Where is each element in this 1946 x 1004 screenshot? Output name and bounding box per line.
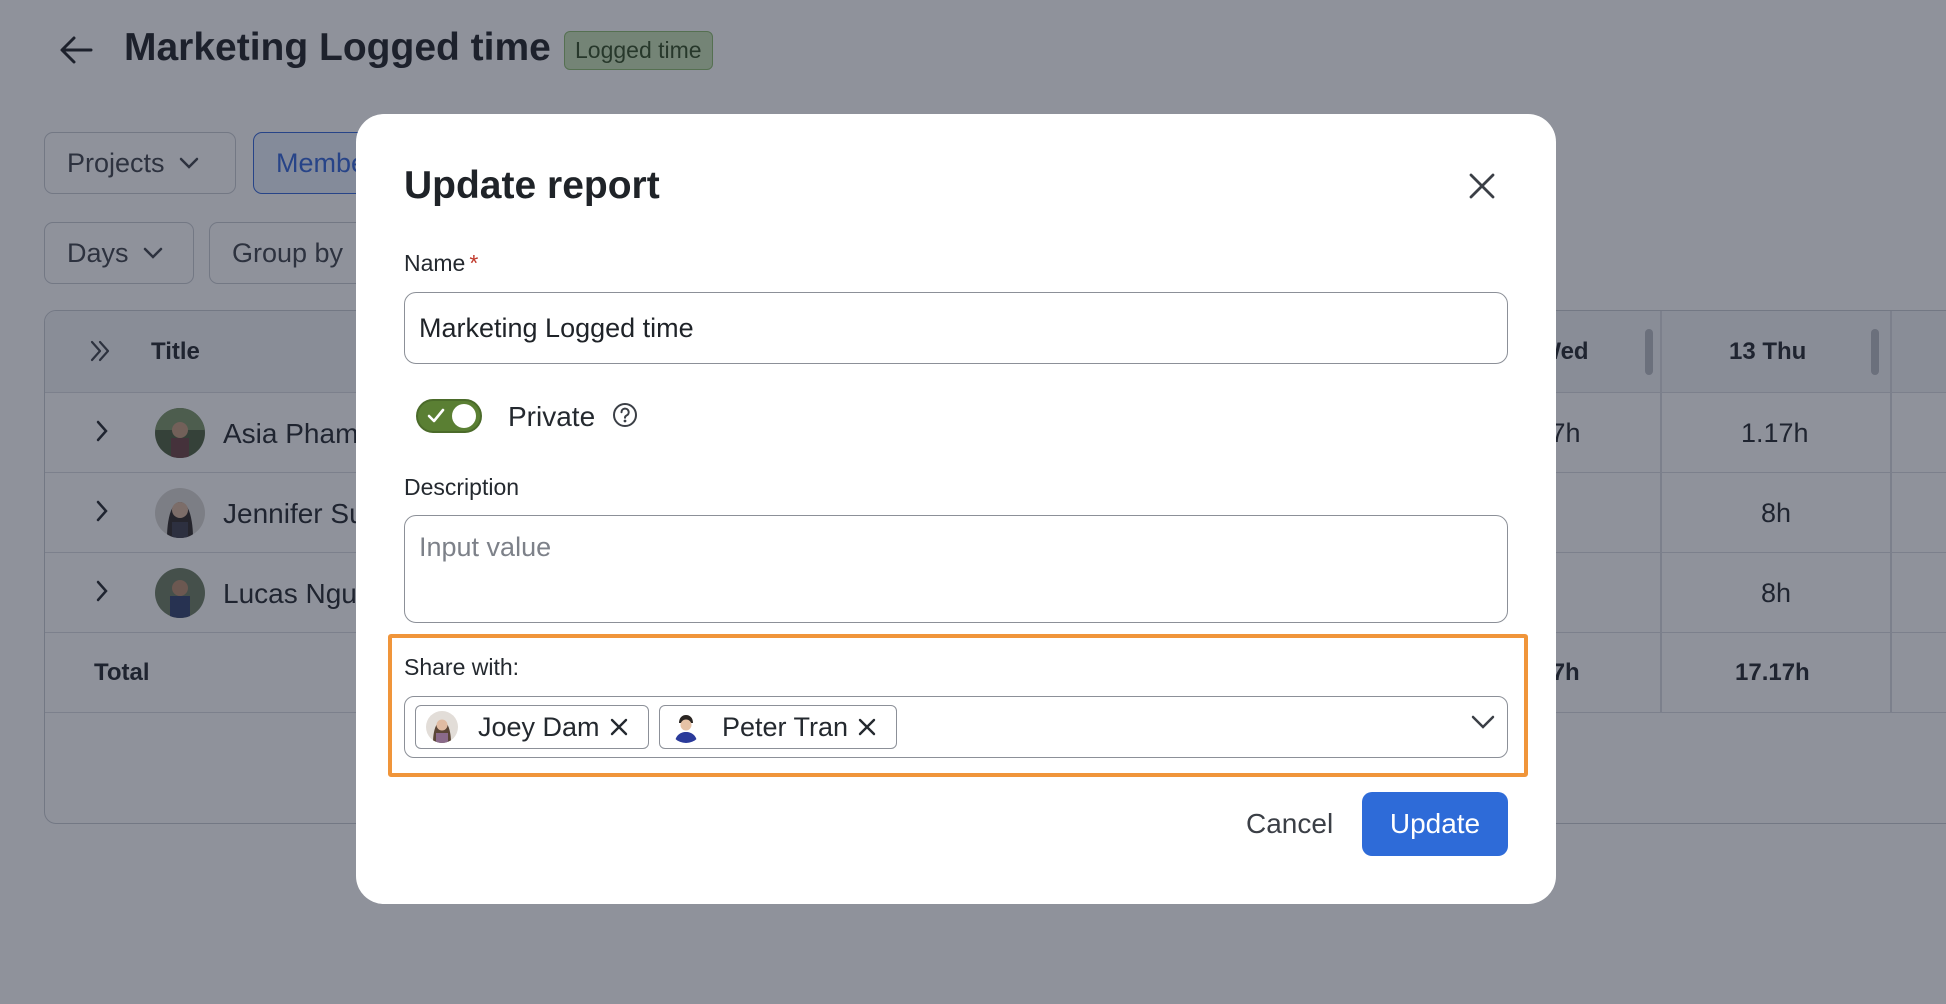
share-chip-name: Peter Tran xyxy=(722,711,849,742)
share-chip: Joey Dam xyxy=(415,705,649,749)
avatar xyxy=(426,711,458,743)
name-label: Name * xyxy=(404,250,479,276)
private-toggle[interactable] xyxy=(416,399,482,433)
required-marker: * xyxy=(469,250,479,276)
avatar xyxy=(670,711,702,743)
remove-chip-icon[interactable] xyxy=(858,718,876,736)
help-icon[interactable] xyxy=(612,402,638,433)
share-chip: Peter Tran xyxy=(659,705,897,749)
close-icon xyxy=(1469,173,1495,199)
description-input[interactable] xyxy=(404,515,1508,623)
close-button[interactable] xyxy=(1462,166,1502,206)
share-with-select[interactable]: Joey Dam Peter Tran xyxy=(404,696,1508,758)
private-label: Private xyxy=(508,401,596,432)
remove-chip-icon[interactable] xyxy=(610,718,628,736)
share-label: Share with: xyxy=(404,654,520,680)
toggle-knob xyxy=(452,404,476,428)
dialog-title: Update report xyxy=(404,164,660,207)
name-input[interactable] xyxy=(404,292,1508,364)
cancel-button[interactable]: Cancel xyxy=(1226,792,1353,856)
description-label: Description xyxy=(404,474,520,500)
update-button[interactable]: Update xyxy=(1362,792,1508,856)
share-chip-name: Joey Dam xyxy=(478,711,600,742)
update-report-dialog: Update report Name* Private Description … xyxy=(356,114,1556,904)
chevron-down-icon[interactable] xyxy=(1471,715,1495,734)
check-icon xyxy=(427,408,445,423)
